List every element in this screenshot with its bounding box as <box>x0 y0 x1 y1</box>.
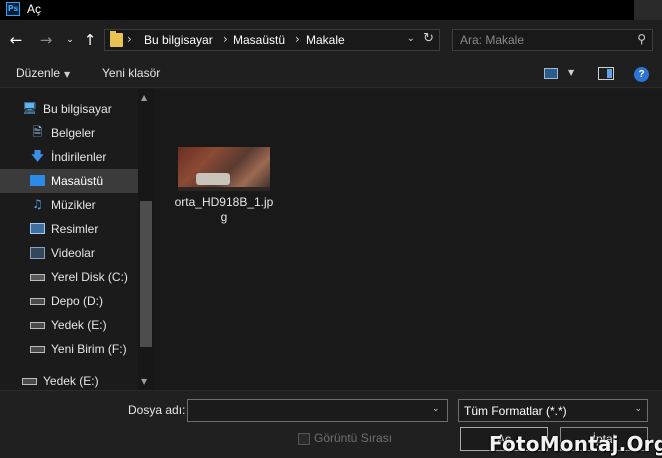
breadcrumb-separator: › <box>295 32 300 46</box>
sidebar-item-label: Yedek (E:) <box>43 374 99 388</box>
search-placeholder: Ara: Makale <box>460 33 525 47</box>
image-sequence-label: Görüntü Sırası <box>314 431 393 445</box>
sidebar-item-videos[interactable]: Videolar <box>0 241 138 265</box>
filename-label: Dosya adı: <box>128 403 186 417</box>
navigation-bar: ← → ⌄ ↑ › Bu bilgisayar › Masaüstü › Mak… <box>0 20 662 60</box>
title-bar: Ps Aç <box>0 0 662 20</box>
pictures-icon <box>30 223 45 234</box>
breadcrumb-separator: › <box>223 32 228 46</box>
address-dropdown-icon[interactable]: ⌄ <box>407 33 415 44</box>
organize-label: Düzenle <box>16 66 61 80</box>
document-icon: 🗎 <box>32 125 43 139</box>
download-icon: 🡇 <box>31 149 44 163</box>
chevron-down-icon[interactable]: ▼ <box>568 68 574 77</box>
sidebar-item-label: Masaüstü <box>51 174 104 188</box>
breadcrumb-makale[interactable]: Makale <box>306 33 345 47</box>
sidebar-item-pictures[interactable]: Resimler <box>0 217 138 241</box>
address-bar[interactable]: › Bu bilgisayar › Masaüstü › Makale ⌄ ↻ <box>104 29 440 51</box>
view-options-icon[interactable] <box>544 68 558 79</box>
file-name: orta_HD918B_1.jpg <box>174 195 274 224</box>
sidebar-item-label: Resimler <box>51 222 99 236</box>
up-button[interactable]: ↑ <box>80 30 100 50</box>
back-button[interactable]: ← <box>6 30 26 50</box>
new-folder-button[interactable]: Yeni klasör <box>102 66 160 80</box>
sidebar-item-label: Müzikler <box>51 198 96 212</box>
sidebar-item-desktop[interactable]: Masaüstü <box>0 169 138 193</box>
sidebar-item-depo-d[interactable]: Depo (D:) <box>0 289 138 313</box>
sidebar-item-yeni-birim-f[interactable]: Yeni Birim (F:) <box>0 337 138 361</box>
recent-locations-button[interactable]: ⌄ <box>60 30 80 50</box>
sidebar-scrollbar[interactable]: ▲ ▼ <box>138 89 154 390</box>
preview-pane-icon[interactable] <box>598 67 614 80</box>
filename-input[interactable] <box>187 399 448 422</box>
close-button[interactable] <box>634 0 662 20</box>
sidebar-item-label: Bu bilgisayar <box>43 102 112 116</box>
file-list: orta_HD918B_1.jpg <box>154 89 662 390</box>
search-icon[interactable]: ⚲ <box>637 32 646 46</box>
sidebar-item-yedek-e[interactable]: Yedek (E:) <box>0 313 138 337</box>
organize-button[interactable]: Düzenle ▼ <box>16 66 70 80</box>
sidebar-item-label: Belgeler <box>51 126 96 140</box>
window-title: Aç <box>27 2 42 16</box>
thumbnail-floor <box>178 187 270 191</box>
sidebar-item-documents[interactable]: 🗎 Belgeler <box>0 121 138 145</box>
chevron-down-icon: ⌄ <box>634 404 642 414</box>
sidebar-item-label: Depo (D:) <box>51 294 104 308</box>
music-icon: ♫ <box>32 197 43 211</box>
scroll-up-icon[interactable]: ▲ <box>141 93 147 102</box>
file-type-value: Tüm Formatlar (*.*) <box>464 404 567 418</box>
videos-icon <box>30 247 45 259</box>
drive-icon <box>30 322 45 329</box>
breadcrumb-desktop[interactable]: Masaüstü <box>233 33 285 47</box>
search-box[interactable]: Ara: Makale ⚲ <box>452 29 653 51</box>
scroll-down-icon[interactable]: ▼ <box>141 377 147 386</box>
forward-button[interactable]: → <box>36 30 56 50</box>
help-icon[interactable]: ? <box>634 67 649 82</box>
navigation-pane: 🖥 Bu bilgisayar 🗎 Belgeler 🡇 İndirilenle… <box>0 89 154 390</box>
chevron-down-icon: ▼ <box>64 70 71 79</box>
file-type-select[interactable]: Tüm Formatlar (*.*) ⌄ <box>458 399 648 422</box>
image-sequence-checkbox[interactable] <box>298 433 310 445</box>
breadcrumb-this-pc[interactable]: Bu bilgisayar <box>144 33 213 47</box>
file-item[interactable]: orta_HD918B_1.jpg <box>174 145 274 235</box>
chevron-down-icon[interactable]: ⌄ <box>432 404 440 414</box>
photoshop-app-icon: Ps <box>6 2 20 16</box>
drive-icon <box>30 298 45 305</box>
sidebar-item-label: Yeni Birim (F:) <box>51 342 127 356</box>
sidebar-item-music[interactable]: ♫ Müzikler <box>0 193 138 217</box>
command-toolbar: Düzenle ▼ Yeni klasör ▼ ? <box>0 60 662 88</box>
watermark-text: FotoMontaj.Org <box>489 432 662 456</box>
sidebar-item-label: İndirilenler <box>51 150 107 164</box>
drive-icon <box>30 346 45 353</box>
sidebar-item-label: Videolar <box>51 246 95 260</box>
refresh-icon[interactable]: ↻ <box>423 31 434 46</box>
sidebar-item-downloads[interactable]: 🡇 İndirilenler <box>0 145 138 169</box>
computer-icon: 🖥 <box>22 101 38 115</box>
breadcrumb-separator: › <box>127 32 132 46</box>
drive-c-icon <box>30 274 45 281</box>
drive-icon <box>22 378 37 385</box>
sidebar-item-local-disk-c[interactable]: Yerel Disk (C:) <box>0 265 138 289</box>
sidebar-item-label: Yerel Disk (C:) <box>51 270 128 284</box>
scrollbar-thumb[interactable] <box>140 201 152 347</box>
sidebar-item-yedek-e-root[interactable]: Yedek (E:) <box>0 369 138 390</box>
thumbnail-sofa <box>196 173 230 185</box>
image-thumbnail <box>178 147 270 191</box>
folder-icon <box>110 31 123 47</box>
desktop-icon <box>30 175 45 186</box>
sidebar-item-label: Yedek (E:) <box>51 318 107 332</box>
sidebar-item-this-pc[interactable]: 🖥 Bu bilgisayar <box>0 97 138 121</box>
